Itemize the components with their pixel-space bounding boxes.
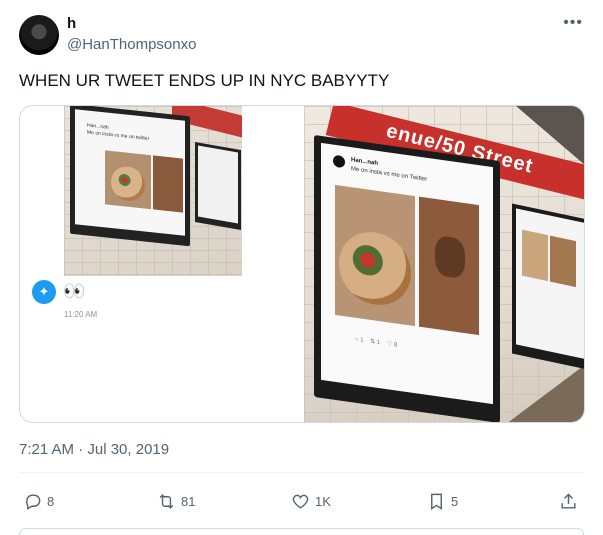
- retweet-count: 81: [181, 493, 196, 509]
- mini-dog-image: [153, 155, 183, 213]
- dog-image: [419, 196, 479, 336]
- reply-box-edge: [19, 528, 584, 535]
- billboard-side: [512, 203, 584, 371]
- mini-billboard: Han...nah Me on insta vs me on twitter: [70, 106, 190, 247]
- reply-count: 8: [47, 493, 55, 509]
- mini-pizza-image: [105, 150, 151, 210]
- divider: [19, 472, 584, 473]
- like-count: 1K: [315, 493, 331, 509]
- billboard: Han...nah Me on insta vs me on Twitter ○…: [314, 134, 500, 422]
- bookmark-button[interactable]: 5: [427, 487, 458, 515]
- bookmark-count: 5: [451, 493, 459, 509]
- share-button[interactable]: [559, 487, 578, 515]
- retweet-button[interactable]: 81: [157, 487, 195, 515]
- media-right-photo[interactable]: enue/50 Street Han...nah Me on insta vs …: [304, 106, 584, 422]
- subway-station-photo: enue/50 Street Han...nah Me on insta vs …: [304, 106, 584, 422]
- mini-subway-photo: Han...nah Me on insta vs me on twitter: [64, 106, 242, 276]
- mini-timestamp: 11:20 AM: [64, 310, 98, 319]
- heart-icon: [292, 494, 309, 509]
- reply-button[interactable]: 8: [23, 487, 54, 515]
- billboard-stats: ○ 1 ⇅ 1 ♡ 8: [355, 336, 398, 349]
- more-options-icon[interactable]: •••: [563, 14, 583, 32]
- pizza-image: [335, 184, 415, 327]
- share-icon: [561, 492, 576, 509]
- eyes-emoji: 👀: [63, 281, 86, 301]
- display-name[interactable]: h: [67, 15, 76, 32]
- avatar[interactable]: [19, 15, 59, 55]
- pug-image: [550, 235, 576, 288]
- user-handle[interactable]: @HanThompsonxo: [67, 36, 196, 53]
- retweet-icon: [159, 493, 174, 509]
- pug-image: [522, 229, 548, 282]
- tweet-card: h @HanThompsonxo ••• WHEN UR TWEET ENDS …: [0, 0, 603, 535]
- media-left-screenshot[interactable]: Han...nah Me on insta vs me on twitter ✦…: [20, 106, 304, 422]
- mini-billboard-side: [195, 141, 241, 231]
- like-button[interactable]: 1K: [291, 487, 331, 515]
- billboard-name: Han...nah: [351, 157, 379, 167]
- billboard-avatar: [333, 154, 345, 169]
- tweet-text: WHEN UR TWEET ENDS UP IN NYC BABYYTY: [19, 71, 390, 90]
- tweet-timestamp[interactable]: 7:21 AM · Jul 30, 2019: [19, 441, 169, 458]
- reply-icon: [26, 493, 41, 510]
- bookmark-icon: [431, 493, 442, 510]
- billboard-tweet-text: Me on insta vs me on Twitter: [351, 166, 428, 183]
- twitter-bird-icon: ✦: [32, 280, 56, 304]
- tweet-media[interactable]: Han...nah Me on insta vs me on twitter ✦…: [19, 105, 585, 423]
- action-bar: 8 81 1K 5: [19, 487, 585, 515]
